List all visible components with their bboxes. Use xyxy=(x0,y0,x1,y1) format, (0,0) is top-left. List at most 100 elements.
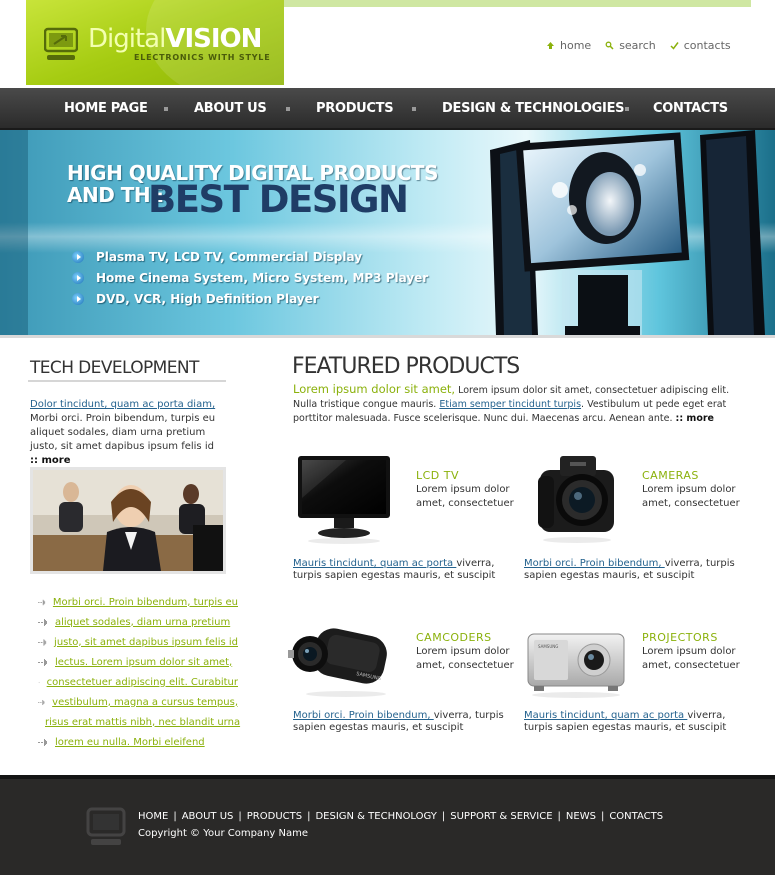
logo-word-light: Digital xyxy=(88,24,166,54)
dotted-arrow-icon xyxy=(38,738,47,746)
top-link-label: search xyxy=(619,39,656,52)
banner-bullet-text: Home Cinema System, Micro System, MP3 Pl… xyxy=(96,270,429,285)
sidebar-link-text: justo, sit amet dapibus ipsum felis id xyxy=(54,636,238,648)
sidebar-link[interactable]: risus erat mattis nibh, nec blandit urna xyxy=(38,712,241,732)
sidebar-link-list: Morbi orci. Proin bibendum, turpis eu al… xyxy=(38,592,241,752)
sidebar-link-text: Morbi orci. Proin bibendum, turpis eu xyxy=(52,596,238,608)
sidebar-more-link[interactable]: more xyxy=(30,455,71,466)
featured-intro: Lorem ipsum dolor sit amet, Lorem ipsum … xyxy=(293,382,743,426)
product-footnote-link[interactable]: Morbi orci. Proin bibendum, xyxy=(524,558,665,569)
footer-link-about-us[interactable]: ABOUT US xyxy=(182,811,234,822)
footer-separator: | xyxy=(307,811,311,822)
product-description: Lorem ipsum dolor amet, consectetuer xyxy=(642,484,740,509)
logo-word-bold: VISION xyxy=(165,24,262,54)
sidebar-link-text: consectetuer adipiscing elit. Curabitur xyxy=(46,676,238,688)
footer-link-design-technology[interactable]: DESIGN & TECHNOLOGY xyxy=(315,811,436,822)
main-nav: HOME PAGE ABOUT US PRODUCTS DESIGN & TEC… xyxy=(0,88,775,130)
banner-bullet-text: DVD, VCR, High Definition Player xyxy=(96,291,319,306)
sidebar-link[interactable]: aliquet sodales, diam urna pretium xyxy=(38,612,238,632)
sidebar-link-text: vestibulum, magna a cursus tempus, xyxy=(52,696,238,708)
product-title[interactable]: CAMCODERS xyxy=(416,631,492,644)
svg-text:SAMSUNG: SAMSUNG xyxy=(538,644,558,649)
footer-link-contacts[interactable]: CONTACTS xyxy=(609,811,663,822)
monitor-logo-icon xyxy=(44,27,78,60)
dotted-arrow-icon xyxy=(38,638,47,646)
top-link-contacts[interactable]: contacts xyxy=(670,39,731,52)
top-link-label: contacts xyxy=(683,39,731,52)
sidebar-link[interactable]: Morbi orci. Proin bibendum, turpis eu xyxy=(38,592,238,612)
banner-bullet: DVD, VCR, High Definition Player xyxy=(72,288,428,309)
featured-intro-link[interactable]: Etiam semper tincidunt turpis xyxy=(439,399,581,410)
nav-item-design-technologies[interactable]: DESIGN & TECHNOLOGIES xyxy=(442,88,625,130)
sidebar-link-text: lorem eu nulla. Morbi eleifend xyxy=(55,736,205,748)
footer-separator: | xyxy=(173,811,177,822)
banner-left-panel xyxy=(0,130,28,335)
footer-link-home[interactable]: HOME xyxy=(138,811,168,822)
top-link-search[interactable]: search xyxy=(605,39,656,52)
product-footnote: Mauris tincidunt, quam ac porta viverra,… xyxy=(293,558,523,582)
sidebar-title: TECH DEVELOPMENT xyxy=(30,358,199,378)
footer-link-support-service[interactable]: SUPPORT & SERVICE xyxy=(450,811,552,822)
sidebar-link[interactable]: justo, sit amet dapibus ipsum felis id xyxy=(38,632,238,652)
monitor-footer-icon xyxy=(86,807,126,845)
product-footnote-link[interactable]: Mauris tincidunt, quam ac porta xyxy=(293,558,456,569)
product-title[interactable]: LCD TV xyxy=(416,469,459,482)
projector-image[interactable]: SAMSUNG xyxy=(524,626,628,698)
nav-item-products[interactable]: PRODUCTS xyxy=(316,88,394,130)
sidebar-link[interactable]: vestibulum, magna a cursus tempus, xyxy=(38,692,238,712)
product-title[interactable]: PROJECTORS xyxy=(642,631,718,644)
dotted-arrow-icon xyxy=(38,599,46,605)
footer-separator: | xyxy=(600,811,605,822)
lcd-tv-image[interactable] xyxy=(296,453,392,545)
product-title[interactable]: CAMERAS xyxy=(642,469,699,482)
business-people-image xyxy=(33,470,223,571)
top-links: home search contacts xyxy=(546,39,731,52)
footer-link-news[interactable]: NEWS xyxy=(566,811,596,822)
product-description: Lorem ipsum dolor amet, consectetuer xyxy=(416,646,514,671)
banner-bullet-list: Plasma TV, LCD TV, Commercial Display Ho… xyxy=(72,246,428,309)
top-link-home[interactable]: home xyxy=(546,39,591,52)
product-footnote: Morbi orci. Proin bibendum, viverra, tur… xyxy=(293,710,523,734)
footer-separator: | xyxy=(238,811,242,822)
footer-copyright: Copyright © Your Company Name xyxy=(138,828,308,839)
team-meeting-photo xyxy=(30,467,226,574)
sidebar-title-rule xyxy=(28,380,226,382)
dotted-arrow-icon xyxy=(38,658,47,666)
top-link-label: home xyxy=(560,39,592,52)
check-icon xyxy=(670,42,679,50)
logo[interactable]: DigitalVISION ELECTRONICS WITH STYLE xyxy=(26,0,284,85)
hero-banner: HIGH QUALITY DIGITAL PRODUCTS AND THE BE… xyxy=(0,130,775,335)
nav-item-contacts[interactable]: CONTACTS xyxy=(653,88,728,130)
sidebar-link[interactable]: consectetuer adipiscing elit. Curabitur xyxy=(38,672,238,692)
product-footnote: Mauris tincidunt, quam ac porta viverra,… xyxy=(524,710,754,734)
sidebar-link-text: risus erat mattis nibh, nec blandit urna xyxy=(45,716,241,728)
content-divider xyxy=(0,335,775,338)
sidebar-link[interactable]: lorem eu nulla. Morbi eleifend xyxy=(38,732,238,752)
sidebar-link[interactable]: lectus. Lorem ipsum dolor sit amet, xyxy=(38,652,238,672)
footer-separator: | xyxy=(557,811,561,822)
featured-more-link[interactable]: more xyxy=(676,413,714,424)
sidebar-intro-text: Morbi orci. Proin bibendum, turpis eu al… xyxy=(30,413,216,452)
home-icon xyxy=(547,42,554,49)
nav-separator xyxy=(625,107,629,111)
nav-item-home-page[interactable]: HOME PAGE xyxy=(64,88,148,130)
product-description: Lorem ipsum dolor amet, consectetuer xyxy=(416,484,514,509)
footer-separator: | xyxy=(441,811,446,822)
nav-item-about-us[interactable]: ABOUT US xyxy=(194,88,267,130)
product-footnote-link[interactable]: Morbi orci. Proin bibendum, xyxy=(293,710,434,721)
product-description: Lorem ipsum dolor amet, consectetuer xyxy=(642,646,740,671)
sidebar-link-text: lectus. Lorem ipsum dolor sit amet, xyxy=(55,656,233,668)
dotted-arrow-icon xyxy=(38,699,45,705)
camcorder-image[interactable]: SAMSUNG xyxy=(286,618,392,698)
play-bullet-icon xyxy=(72,250,84,263)
dotted-arrow-icon xyxy=(38,681,40,683)
sidebar-intro-link[interactable]: Dolor tincidunt, quam ac porta diam, xyxy=(30,399,215,410)
banner-bullet: Home Cinema System, Micro System, MP3 Pl… xyxy=(72,267,428,288)
footer-link-products[interactable]: PRODUCTS xyxy=(247,811,302,822)
nav-separator xyxy=(412,107,416,111)
product-footnote-link[interactable]: Mauris tincidunt, quam ac porta xyxy=(524,710,687,721)
dotted-arrow-icon xyxy=(38,618,47,626)
camera-image[interactable] xyxy=(532,452,622,544)
play-bullet-icon xyxy=(72,292,84,305)
footer-nav: HOME | ABOUT US | PRODUCTS | DESIGN & TECHN… xyxy=(138,811,663,822)
